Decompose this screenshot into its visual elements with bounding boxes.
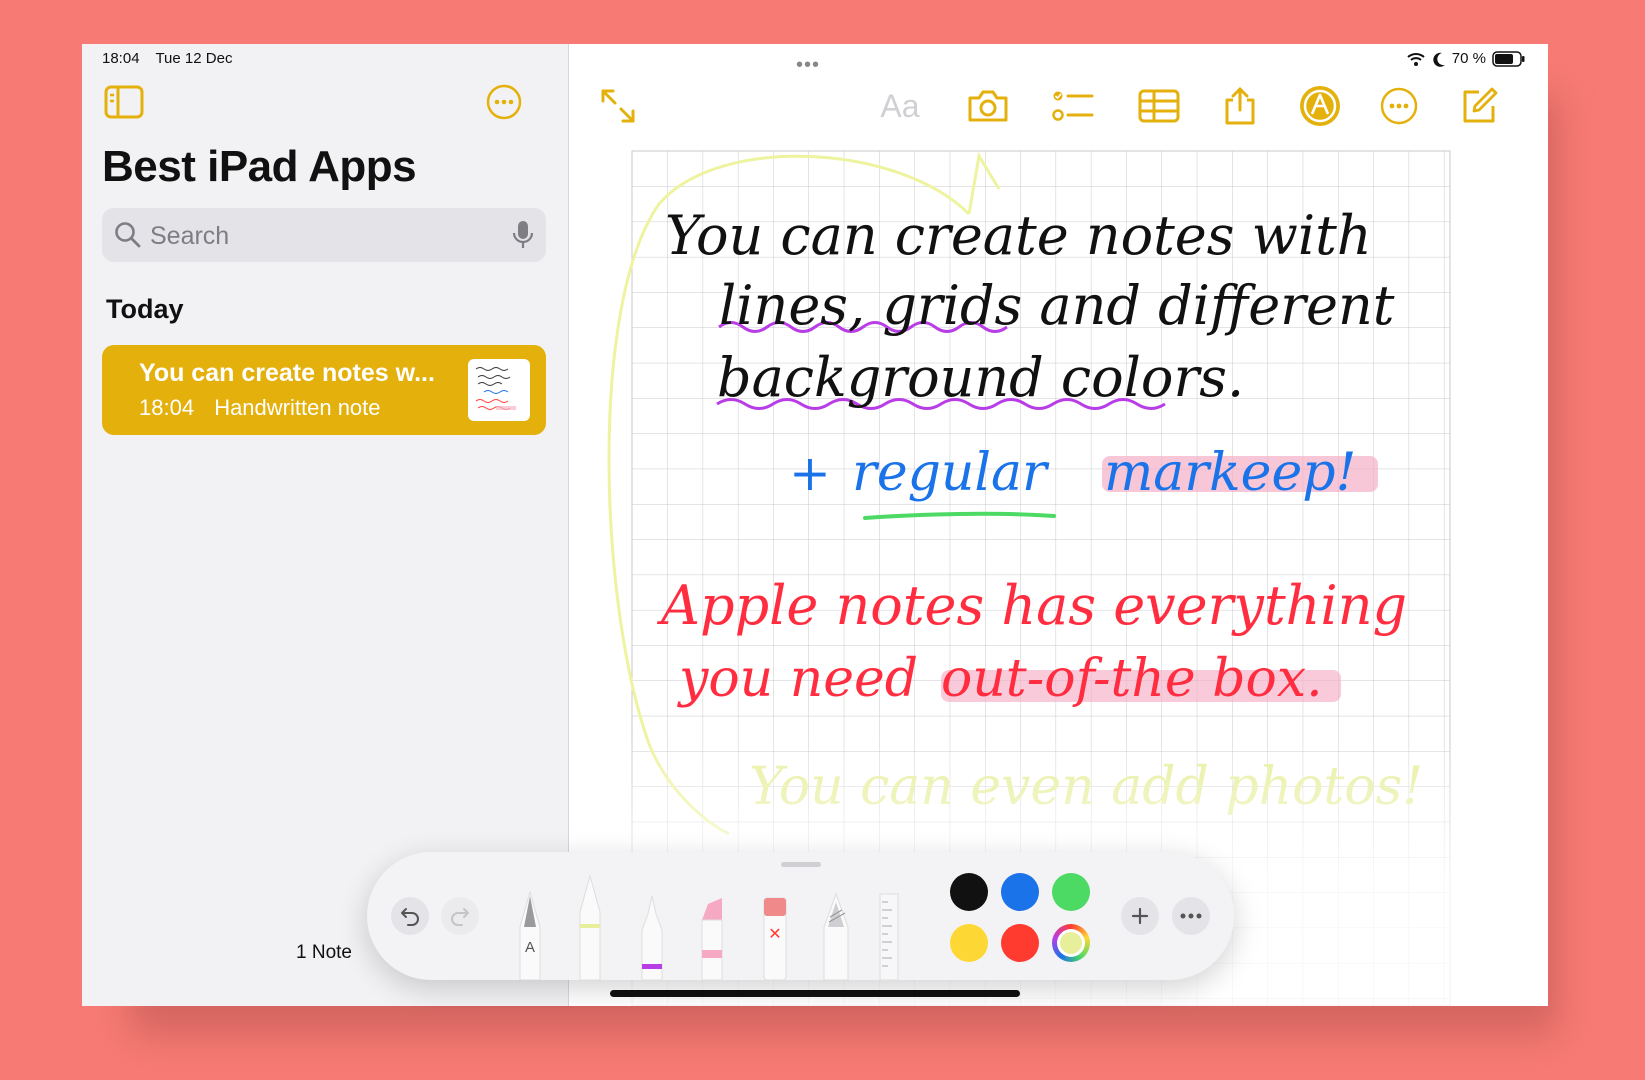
color-swatch-yellow[interactable] <box>950 924 988 962</box>
handwriting-you-need: you need <box>677 649 918 709</box>
pen-tool[interactable]: A <box>519 890 541 980</box>
section-header-today: Today <box>106 294 184 324</box>
redo-icon <box>451 908 469 926</box>
undo-button[interactable] <box>391 897 429 935</box>
folder-title: Best iPad Apps <box>102 142 417 191</box>
handwriting-markeep: markeep! <box>1104 443 1356 503</box>
note-count: 1 Note <box>296 942 352 963</box>
handwriting-plus: + <box>789 444 831 502</box>
color-picker-wheel[interactable] <box>1052 924 1090 962</box>
ellipsis-icon <box>1180 913 1202 919</box>
note-subtitle: Handwritten note <box>214 395 381 420</box>
pen-tool-label: A <box>525 939 535 956</box>
pencil-tool[interactable] <box>823 892 849 980</box>
note-list-item[interactable]: You can create notes w... 18:04 Handwrit… <box>102 345 546 435</box>
handwriting-line-1: You can create notes with <box>665 204 1372 267</box>
note-time: 18:04 <box>139 395 195 420</box>
tool-palette: A ✕ <box>367 852 1234 980</box>
palette-more-button[interactable] <box>1172 897 1210 935</box>
handwriting-line-5: Apple notes has everything <box>656 574 1407 637</box>
note-title: You can create notes w... <box>139 359 435 387</box>
sidebar-toggle-icon[interactable] <box>102 82 146 122</box>
sidebar-more-icon[interactable] <box>484 82 524 122</box>
home-indicator <box>610 990 1020 997</box>
handwriting-line-2: lines, grids and different <box>719 274 1395 337</box>
handwriting-line-3: background colors. <box>717 346 1244 409</box>
handwriting-out-of-the-box: out-of-the box. <box>941 649 1323 709</box>
undo-icon <box>401 908 419 926</box>
handwriting-line-7: You can even add photos! <box>749 757 1423 817</box>
highlighter-tool[interactable] <box>701 898 723 980</box>
svg-text:✕: ✕ <box>768 924 781 943</box>
search-icon <box>115 222 141 248</box>
search-field[interactable]: Search <box>102 208 546 262</box>
marker-tool[interactable] <box>579 874 601 980</box>
add-tool-button[interactable] <box>1121 897 1159 935</box>
status-time: 18:04 <box>102 50 140 67</box>
color-swatch-red[interactable] <box>1001 924 1039 962</box>
redo-button[interactable] <box>441 897 479 935</box>
color-swatch-blue[interactable] <box>1001 873 1039 911</box>
plus-icon <box>1131 907 1149 925</box>
ruler-tool[interactable] <box>879 893 899 980</box>
eraser-tool[interactable]: ✕ <box>763 897 787 980</box>
color-swatch-black[interactable] <box>950 873 988 911</box>
note-thumbnail <box>468 359 530 421</box>
search-placeholder: Search <box>150 222 230 250</box>
status-date: Tue 12 Dec <box>155 50 233 67</box>
color-swatch-green[interactable] <box>1052 873 1090 911</box>
fineliner-tool[interactable] <box>641 895 663 980</box>
microphone-icon[interactable] <box>512 220 534 250</box>
status-bar-left: 18:04 Tue 12 Dec <box>102 50 244 67</box>
note-meta: 18:04 Handwritten note <box>139 395 395 421</box>
palette-grabber[interactable] <box>780 862 821 867</box>
drawing-tools: A ✕ <box>519 874 899 980</box>
handwriting-regular: regular <box>852 443 1050 503</box>
